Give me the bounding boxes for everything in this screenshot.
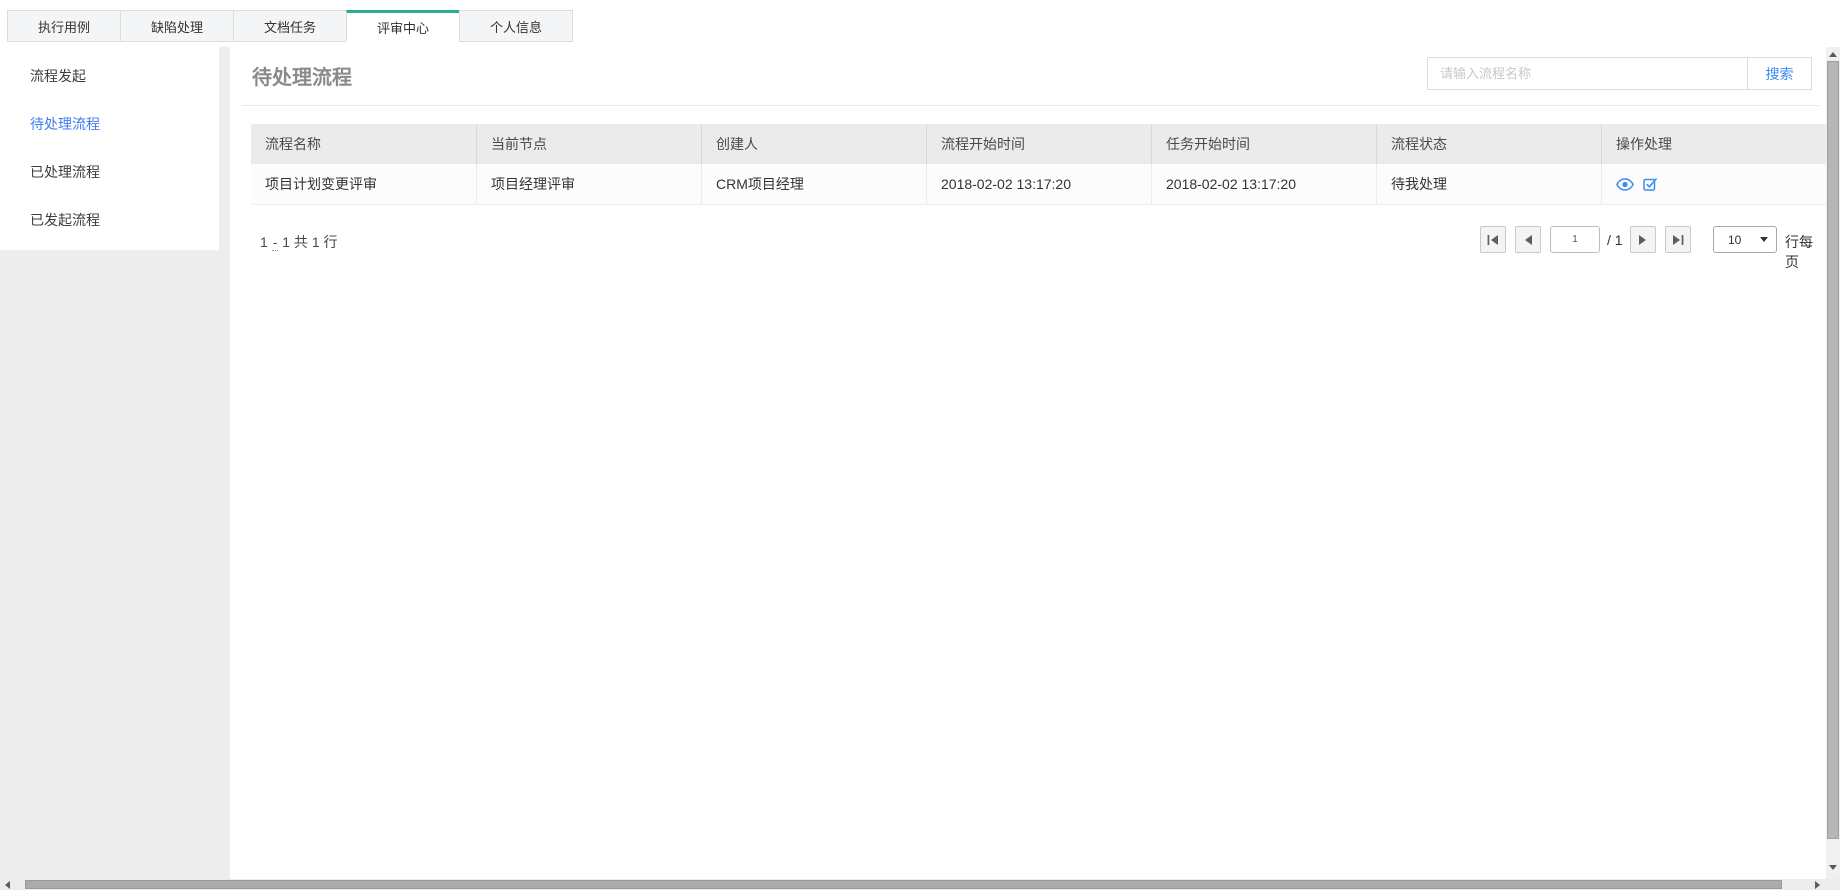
table-row: 项目计划变更评审 项目经理评审 CRM项目经理 2018-02-02 13:17… <box>251 164 1826 205</box>
sidebar-item-initiated-processes[interactable]: 已发起流程 <box>0 196 219 244</box>
column-header-operations: 操作处理 <box>1601 124 1826 164</box>
scroll-left-icon[interactable] <box>5 881 10 889</box>
column-header-creator: 创建人 <box>701 124 926 164</box>
tab-personal-info[interactable]: 个人信息 <box>459 10 573 42</box>
cell-process-start-time: 2018-02-02 13:17:20 <box>926 164 1151 204</box>
cell-current-node: 项目经理评审 <box>476 164 701 204</box>
table-header-row: 流程名称 当前节点 创建人 流程开始时间 任务开始时间 流程状态 操作处理 <box>251 124 1826 164</box>
page-title: 待处理流程 <box>252 61 352 90</box>
column-header-process-start-time: 流程开始时间 <box>926 124 1151 164</box>
first-page-icon <box>1487 235 1499 245</box>
horizontal-scrollbar-thumb[interactable] <box>25 880 1782 889</box>
page-total-label: / 1 <box>1607 232 1623 248</box>
tab-label: 评审中心 <box>377 18 429 37</box>
column-header-process-name: 流程名称 <box>251 124 476 164</box>
vertical-scrollbar[interactable] <box>1826 47 1840 879</box>
sidebar: 流程发起 待处理流程 已处理流程 已发起流程 <box>0 47 230 879</box>
tab-test-execution[interactable]: 执行用例 <box>7 10 121 42</box>
chevron-down-icon <box>1760 237 1768 242</box>
cell-operations <box>1601 164 1826 204</box>
sidebar-item-processed-processes[interactable]: 已处理流程 <box>0 148 219 196</box>
handle-icon[interactable] <box>1643 177 1658 191</box>
column-header-task-start-time: 任务开始时间 <box>1151 124 1376 164</box>
search-button[interactable]: 搜索 <box>1747 58 1811 89</box>
cell-process-name: 项目计划变更评审 <box>251 164 476 204</box>
top-tab-bar: 执行用例 缺陷处理 文档任务 评审中心 个人信息 <box>8 10 573 42</box>
tab-label: 个人信息 <box>490 17 542 36</box>
scroll-up-icon[interactable] <box>1829 52 1837 57</box>
scrollbar-corner <box>1826 879 1840 890</box>
tab-label: 执行用例 <box>38 17 90 36</box>
last-page-button[interactable] <box>1665 226 1691 253</box>
previous-page-icon <box>1523 235 1533 245</box>
page-number-input[interactable] <box>1550 226 1600 253</box>
summary-start: 1 <box>260 234 268 250</box>
summary-dash: - <box>272 234 279 251</box>
column-header-current-node: 当前节点 <box>476 124 701 164</box>
sidebar-item-pending-processes[interactable]: 待处理流程 <box>0 100 219 148</box>
pending-process-table: 流程名称 当前节点 创建人 流程开始时间 任务开始时间 流程状态 操作处理 项目… <box>251 124 1826 205</box>
tab-label: 缺陷处理 <box>151 17 203 36</box>
previous-page-button[interactable] <box>1515 226 1541 253</box>
tab-defect-handling[interactable]: 缺陷处理 <box>120 10 234 42</box>
main-content: 待处理流程 搜索 流程名称 当前节点 创建人 流程开始时间 任务开始时间 流程状… <box>230 47 1826 879</box>
search-box: 搜索 <box>1427 57 1812 90</box>
first-page-button[interactable] <box>1480 226 1506 253</box>
view-icon[interactable] <box>1616 178 1634 191</box>
cell-process-status: 待我处理 <box>1376 164 1601 204</box>
row-count-summary: 1 - 1 共 1 行 <box>260 232 338 252</box>
vertical-scrollbar-thumb[interactable] <box>1827 61 1839 839</box>
last-page-icon <box>1672 235 1684 245</box>
column-header-process-status: 流程状态 <box>1376 124 1601 164</box>
sidebar-item-process-initiate[interactable]: 流程发起 <box>0 52 219 100</box>
cell-task-start-time: 2018-02-02 13:17:20 <box>1151 164 1376 204</box>
horizontal-scrollbar[interactable] <box>0 879 1826 890</box>
title-divider <box>242 105 1820 106</box>
next-page-button[interactable] <box>1630 226 1656 253</box>
next-page-icon <box>1638 235 1648 245</box>
scroll-down-icon[interactable] <box>1829 865 1837 870</box>
page-size-value: 10 <box>1714 233 1760 247</box>
tab-document-tasks[interactable]: 文档任务 <box>233 10 347 42</box>
rows-per-page-label: 行每页 <box>1785 232 1826 272</box>
cell-creator: CRM项目经理 <box>701 164 926 204</box>
tab-review-center[interactable]: 评审中心 <box>346 10 460 42</box>
scroll-right-icon[interactable] <box>1815 881 1820 889</box>
search-input[interactable] <box>1428 58 1747 89</box>
summary-rest: 1 共 1 行 <box>282 234 337 250</box>
sidebar-menu: 流程发起 待处理流程 已处理流程 已发起流程 <box>0 47 219 250</box>
page-size-select[interactable]: 10 <box>1713 226 1777 253</box>
tab-label: 文档任务 <box>264 17 316 36</box>
